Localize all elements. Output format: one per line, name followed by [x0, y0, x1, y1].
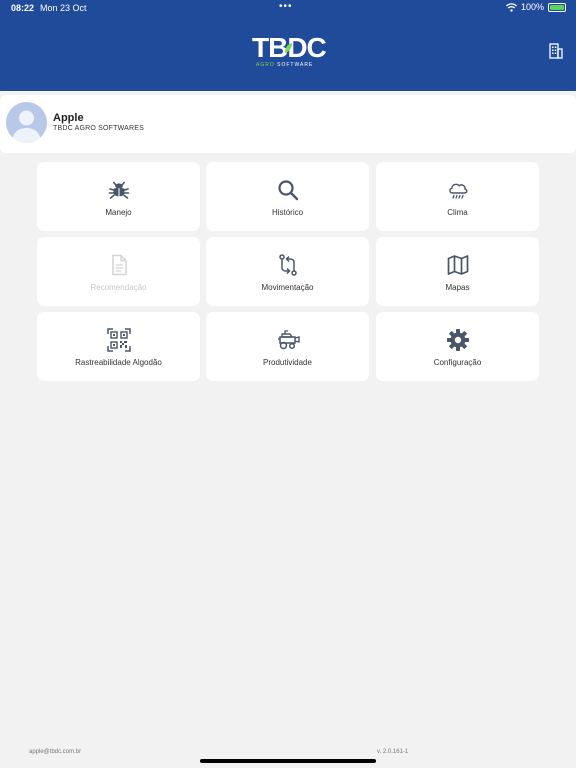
status-date: Mon 23 Oct	[40, 3, 87, 13]
document-icon	[111, 254, 127, 276]
profile-company: TBDC AGRO SOFTWARES	[53, 125, 145, 132]
tile-label: Histórico	[271, 208, 304, 217]
tile-configuracao[interactable]: Configuração	[376, 312, 539, 381]
tile-label: Clima	[447, 208, 468, 217]
tile-label: Configuração	[433, 358, 482, 367]
status-indicators: 100%	[506, 2, 566, 12]
leaf-icon	[285, 43, 292, 53]
multitasking-dots[interactable]: •••	[279, 1, 293, 12]
tile-label: Produtividade	[263, 358, 312, 367]
tile-recomendacao: Recomendação	[37, 237, 200, 306]
tbdc-logo: TBDC AGRO SOFTWARE	[252, 34, 327, 70]
footer-version: v. 2.0.161-1	[377, 749, 409, 755]
footer-email: apple@tbdc.com.br	[29, 749, 82, 755]
app-header: 08:22 Mon 23 Oct ••• 100% TBDC AGRO SOFT…	[0, 0, 576, 91]
profile-name: Apple	[53, 112, 84, 124]
tile-label: Recomendação	[90, 283, 147, 292]
transfer-icon	[278, 254, 297, 276]
tile-label: Rastreabilidade Algodão	[75, 358, 162, 367]
tile-historico[interactable]: Histórico	[206, 162, 369, 231]
map-icon	[447, 255, 468, 275]
tile-produtividade[interactable]: Produtividade	[206, 312, 369, 381]
tile-movimentacao[interactable]: Movimentação	[206, 237, 369, 306]
tile-label: Mapas	[445, 283, 470, 292]
status-time: 08:22	[11, 3, 35, 13]
avatar	[6, 102, 47, 143]
bug-icon	[108, 181, 129, 199]
tile-manejo[interactable]: Manejo	[37, 162, 200, 231]
building-icon[interactable]	[549, 43, 563, 59]
profile-card[interactable]: Apple TBDC AGRO SOFTWARES	[0, 95, 576, 153]
qr-code-icon	[106, 328, 131, 352]
tile-mapas[interactable]: Mapas	[376, 237, 539, 306]
battery-percent: 100%	[520, 2, 544, 12]
tile-label: Movimentação	[261, 283, 314, 292]
tile-label: Manejo	[105, 208, 132, 217]
search-icon	[277, 180, 298, 201]
battery-icon	[548, 2, 566, 12]
tile-rastreabilidade[interactable]: Rastreabilidade Algodão	[37, 312, 200, 381]
tile-clima[interactable]: Clima	[376, 162, 539, 231]
gear-icon	[446, 329, 469, 351]
cloud-rain-icon	[448, 183, 467, 199]
home-indicator[interactable]	[200, 759, 376, 763]
wifi-icon	[506, 2, 517, 12]
harvester-icon	[277, 330, 300, 350]
user-silhouette-icon	[12, 110, 41, 143]
